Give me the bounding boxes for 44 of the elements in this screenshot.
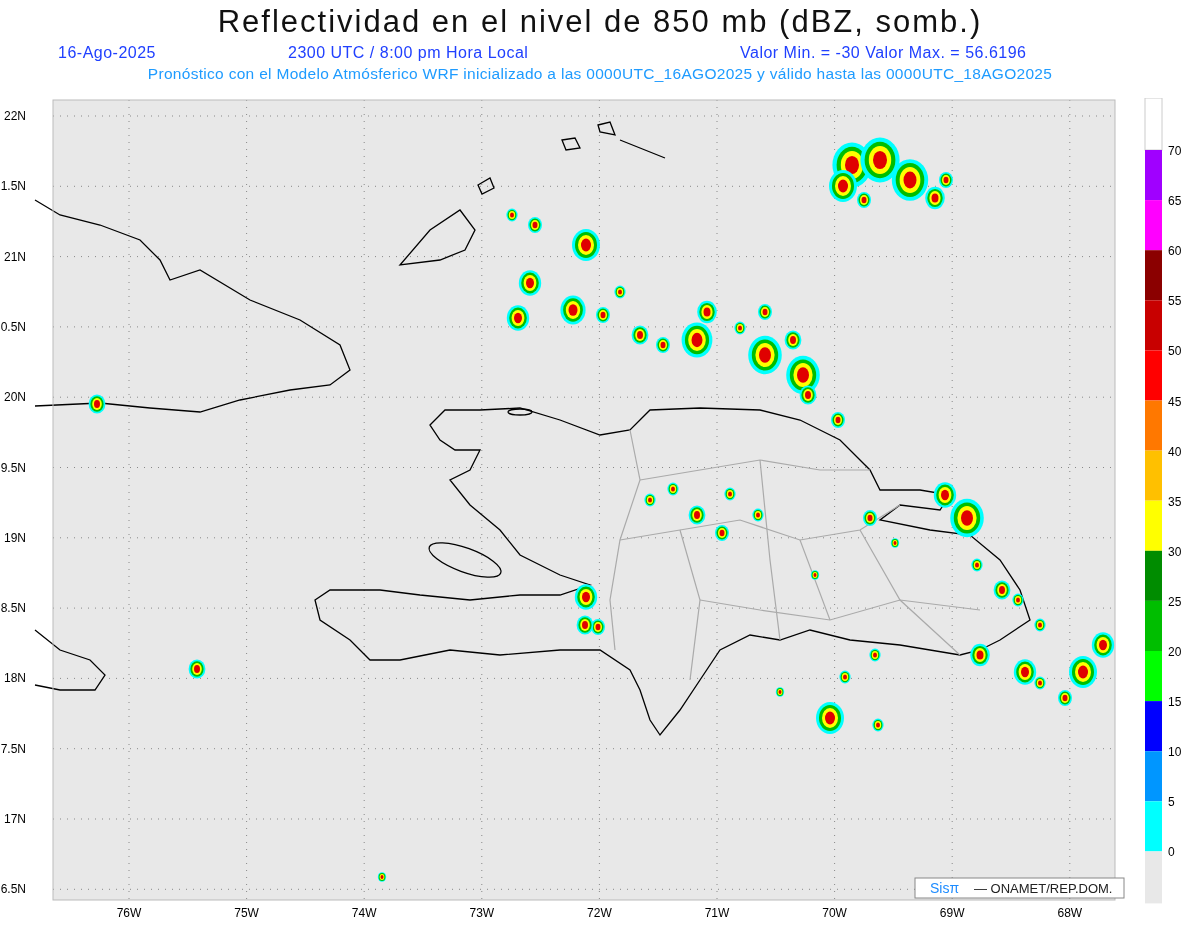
latitude-label: 8.5N: [0, 601, 26, 616]
colorbar-label: 65: [1168, 194, 1182, 209]
longitude-label: 70W: [822, 906, 847, 920]
latitude-label: 7.5N: [0, 741, 26, 756]
latitude-label: 17N: [4, 812, 26, 826]
latitude-label: 22N: [4, 109, 26, 123]
colorbar-label: 5: [1168, 795, 1175, 810]
longitude-label: 74W: [351, 906, 377, 920]
longitude-label: 71W: [704, 906, 730, 920]
colorbar-top: [1144, 98, 1163, 151]
latitude-label: 1.5N: [0, 179, 26, 194]
latitude-label: 21N: [4, 249, 26, 264]
forecast-date: 16-Ago-2025: [58, 44, 157, 62]
colorbar-label: 25: [1168, 594, 1182, 609]
longitude-label: 69W: [939, 906, 965, 920]
latitude-label: 18N: [4, 671, 26, 686]
colorbar-label: 40: [1168, 444, 1182, 459]
latitude-label: 20N: [4, 390, 26, 405]
map-title: Reflectividad en el nivel de 850 mb (dBZ, somb.): [216, 3, 984, 41]
colorbar-label: 35: [1168, 494, 1182, 509]
latitude-label: 19N: [4, 530, 26, 545]
colorbar-label: 70: [1168, 144, 1182, 158]
colorbar-label: 30: [1168, 544, 1182, 559]
colorbar-label: 60: [1168, 244, 1182, 259]
credit-text: — ONAMET/REP.DOM.: [974, 881, 1113, 896]
colorbar-label: 10: [1168, 745, 1182, 760]
value-range: Valor Min. = -30 Valor Max. = 56.6196: [740, 44, 1027, 62]
latitude-label: 0.5N: [0, 319, 26, 334]
colorbar-label: 0: [1168, 845, 1175, 860]
forecast-time: 2300 UTC / 8:00 pm Hora Local: [288, 44, 530, 62]
colorbar-label: 20: [1168, 645, 1182, 659]
latitude-label: 6.5N: [0, 882, 26, 897]
longitude-label: 72W: [587, 906, 612, 920]
colorbar-label: 50: [1168, 344, 1182, 359]
model-description: Pronóstico con el Modelo Atmósferico WRF inicializado a las 0000UTC_16AGO2025 y válido hasta las 0000UTC_18AGO2025: [146, 64, 1054, 84]
credit-logo: Sisπ: [930, 880, 960, 896]
longitude-label: 68W: [1057, 906, 1083, 920]
longitude-label: 76W: [116, 906, 142, 920]
colorbar-label: 45: [1168, 394, 1182, 409]
longitude-label: 73W: [469, 906, 495, 920]
colorbar-label: 15: [1168, 695, 1182, 710]
longitude-label: 75W: [234, 906, 259, 920]
latitude-label: 9.5N: [0, 460, 26, 475]
colorbar-label: 55: [1168, 294, 1182, 309]
